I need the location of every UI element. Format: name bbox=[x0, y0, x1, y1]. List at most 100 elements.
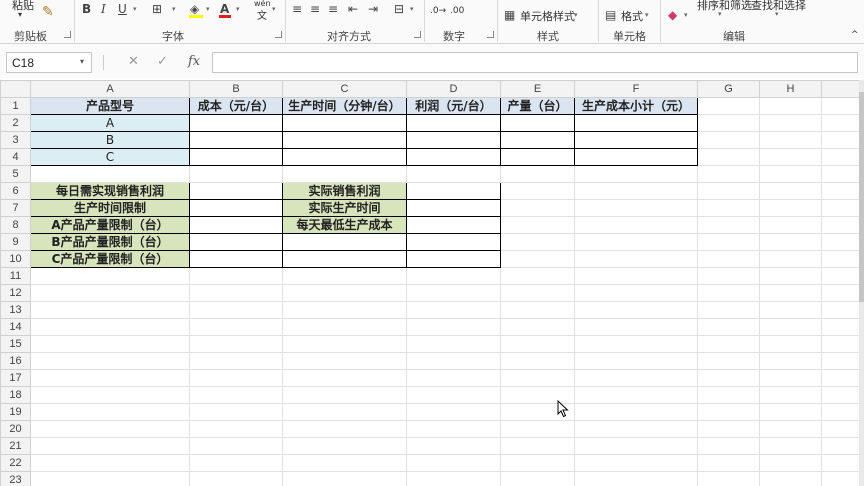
cell-b7[interactable] bbox=[189, 199, 283, 217]
cell-b23[interactable] bbox=[189, 471, 283, 486]
sort-filter-button[interactable]: 排序和筛选 bbox=[697, 0, 752, 13]
number-launcher-icon[interactable] bbox=[487, 31, 494, 38]
cell-d6[interactable] bbox=[406, 182, 501, 200]
sort-filter-dropdown-icon[interactable]: ▾ bbox=[718, 10, 722, 18]
row-header-20[interactable]: 20 bbox=[0, 420, 31, 438]
cell-c6[interactable]: 实际销售利润 bbox=[282, 182, 407, 200]
cell-f4[interactable] bbox=[574, 148, 698, 166]
cell-b8[interactable] bbox=[189, 216, 283, 234]
cell-g12[interactable] bbox=[697, 284, 760, 302]
column-header-a[interactable]: A bbox=[30, 80, 190, 98]
row-header-22[interactable]: 22 bbox=[0, 454, 31, 472]
cell-f11[interactable] bbox=[574, 267, 698, 285]
cell-h3[interactable] bbox=[759, 131, 822, 149]
cell-a15[interactable] bbox=[30, 335, 190, 353]
cell-c2[interactable] bbox=[282, 114, 407, 132]
clear-icon[interactable]: ◆ bbox=[668, 8, 677, 22]
cell-g5[interactable] bbox=[697, 165, 760, 183]
cell-c15[interactable] bbox=[282, 335, 407, 353]
cell-f16[interactable] bbox=[574, 352, 698, 370]
underline-icon[interactable]: U bbox=[118, 2, 127, 16]
underline-dropdown-icon[interactable]: ▾ bbox=[133, 5, 137, 13]
cell-h6[interactable] bbox=[759, 182, 822, 200]
cell-styles-icon[interactable]: ▦ bbox=[504, 8, 515, 22]
cell-d15[interactable] bbox=[406, 335, 501, 353]
format-painter-icon[interactable]: ✎ bbox=[42, 4, 54, 20]
cell-b9[interactable] bbox=[189, 233, 283, 251]
cell-a11[interactable] bbox=[30, 267, 190, 285]
cell-i14[interactable] bbox=[821, 318, 862, 336]
row-header-4[interactable]: 4 bbox=[0, 148, 31, 166]
row-header-16[interactable]: 16 bbox=[0, 352, 31, 370]
merge-dropdown-icon[interactable]: ▾ bbox=[410, 5, 414, 13]
cell-d16[interactable] bbox=[406, 352, 501, 370]
cell-h19[interactable] bbox=[759, 403, 822, 421]
cell-i3[interactable] bbox=[821, 131, 862, 149]
cell-f22[interactable] bbox=[574, 454, 698, 472]
cell-h14[interactable] bbox=[759, 318, 822, 336]
cell-b17[interactable] bbox=[189, 369, 283, 387]
format-button[interactable]: 格式 bbox=[621, 8, 643, 24]
row-header-12[interactable]: 12 bbox=[0, 284, 31, 302]
cell-h12[interactable] bbox=[759, 284, 822, 302]
cell-d8[interactable] bbox=[406, 216, 501, 234]
cell-e1[interactable]: 产量（台） bbox=[500, 97, 575, 115]
cell-h21[interactable] bbox=[759, 437, 822, 455]
cell-a16[interactable] bbox=[30, 352, 190, 370]
cell-g1[interactable] bbox=[697, 97, 760, 115]
cell-h22[interactable] bbox=[759, 454, 822, 472]
cell-h23[interactable] bbox=[759, 471, 822, 486]
cell-a14[interactable] bbox=[30, 318, 190, 336]
column-header-e[interactable]: E bbox=[500, 80, 575, 98]
cell-e13[interactable] bbox=[500, 301, 575, 319]
cell-b22[interactable] bbox=[189, 454, 283, 472]
cell-c23[interactable] bbox=[282, 471, 407, 486]
row-header-5[interactable]: 5 bbox=[0, 165, 31, 183]
row-header-21[interactable]: 21 bbox=[0, 437, 31, 455]
cell-g23[interactable] bbox=[697, 471, 760, 486]
row-header-19[interactable]: 19 bbox=[0, 403, 31, 421]
row-header-13[interactable]: 13 bbox=[0, 301, 31, 319]
cancel-icon[interactable]: ✕ bbox=[128, 54, 139, 69]
cell-f8[interactable] bbox=[574, 216, 698, 234]
cell-b6[interactable] bbox=[189, 182, 283, 200]
cell-g13[interactable] bbox=[697, 301, 760, 319]
cell-h5[interactable] bbox=[759, 165, 822, 183]
cell-a17[interactable] bbox=[30, 369, 190, 387]
cell-i5[interactable] bbox=[821, 165, 862, 183]
cell-c21[interactable] bbox=[282, 437, 407, 455]
format-icon[interactable]: ▤ bbox=[605, 8, 616, 22]
cell-f6[interactable] bbox=[574, 182, 698, 200]
cell-i16[interactable] bbox=[821, 352, 862, 370]
cell-h4[interactable] bbox=[759, 148, 822, 166]
cell-a7[interactable]: 生产时间限制 bbox=[30, 199, 190, 217]
row-header-14[interactable]: 14 bbox=[0, 318, 31, 336]
cell-b15[interactable] bbox=[189, 335, 283, 353]
cell-i2[interactable] bbox=[821, 114, 862, 132]
cell-g4[interactable] bbox=[697, 148, 760, 166]
cell-c13[interactable] bbox=[282, 301, 407, 319]
cell-f20[interactable] bbox=[574, 420, 698, 438]
cell-i4[interactable] bbox=[821, 148, 862, 166]
cell-a10[interactable]: C产品产量限制（台） bbox=[30, 250, 190, 268]
cell-h16[interactable] bbox=[759, 352, 822, 370]
cell-a12[interactable] bbox=[30, 284, 190, 302]
cell-d3[interactable] bbox=[406, 131, 501, 149]
cell-g11[interactable] bbox=[697, 267, 760, 285]
cell-g6[interactable] bbox=[697, 182, 760, 200]
cell-g3[interactable] bbox=[697, 131, 760, 149]
cell-a5[interactable] bbox=[30, 165, 190, 183]
cell-a19[interactable] bbox=[30, 403, 190, 421]
column-header-b[interactable]: B bbox=[189, 80, 283, 98]
enter-icon[interactable]: ✓ bbox=[157, 54, 168, 69]
column-header-d[interactable]: D bbox=[406, 80, 501, 98]
format-dropdown-icon[interactable]: ▾ bbox=[645, 11, 649, 19]
cell-b5[interactable] bbox=[189, 165, 283, 183]
cell-d10[interactable] bbox=[406, 250, 501, 268]
font-color-icon[interactable]: A bbox=[220, 2, 229, 16]
cell-a13[interactable] bbox=[30, 301, 190, 319]
cell-i23[interactable] bbox=[821, 471, 862, 486]
cell-f7[interactable] bbox=[574, 199, 698, 217]
row-header-7[interactable]: 7 bbox=[0, 199, 31, 217]
cell-g7[interactable] bbox=[697, 199, 760, 217]
